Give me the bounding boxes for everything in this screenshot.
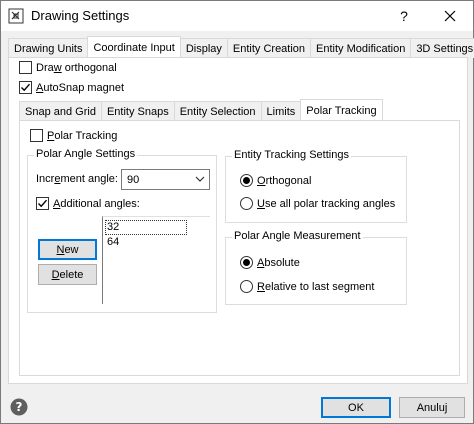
cancel-button-label: Anuluj <box>416 401 448 414</box>
tab-label: Drawing Units <box>14 42 83 55</box>
entity-tracking-settings-group: Entity Tracking Settings <box>225 149 407 223</box>
outer-tab-strip: Drawing Units Coordinate Input Display E… <box>8 36 474 58</box>
new-button-label: New <box>56 243 79 256</box>
svg-text:?: ? <box>16 400 23 414</box>
list-item[interactable]: 64 <box>103 235 210 250</box>
window-title: Drawing Settings <box>31 8 130 23</box>
polar-angle-measurement-legend: Polar Angle Measurement <box>232 230 363 242</box>
absolute-label: Absolute <box>257 256 300 269</box>
tab-display[interactable]: Display <box>179 38 228 58</box>
tab-label: Entity Snaps <box>106 105 169 118</box>
tab-label: Entity Selection <box>179 105 256 118</box>
footer-help-button[interactable]: ? <box>10 398 28 416</box>
tab-entity-snaps[interactable]: Entity Snaps <box>100 101 175 121</box>
autosnap-magnet-checkbox[interactable]: AutoSnap magnet <box>19 81 124 94</box>
additional-angles-list[interactable]: 32 64 <box>102 216 210 304</box>
title-help-button[interactable]: ? <box>381 1 427 31</box>
entity-tracking-settings-legend: Entity Tracking Settings <box>232 149 351 161</box>
tab-label: Coordinate Input <box>93 41 175 54</box>
use-all-polar-angles-label: Use all polar tracking angles <box>257 197 396 210</box>
tab-limits[interactable]: Limits <box>260 101 302 121</box>
radio-button <box>240 256 253 269</box>
drawing-settings-dialog: Drawing Settings ? Drawing Units Coordin… <box>0 0 474 424</box>
polar-tracking-label: Polar Tracking <box>47 129 118 142</box>
absolute-radio[interactable]: Absolute <box>240 256 300 269</box>
tab-entity-creation[interactable]: Entity Creation <box>226 38 312 58</box>
checkbox-box <box>19 61 32 74</box>
relative-to-last-segment-radio[interactable]: Relative to last segment <box>240 280 374 293</box>
tab-label: Snap and Grid <box>25 105 96 118</box>
tab-coordinate-input[interactable]: Coordinate Input <box>87 36 181 58</box>
delete-button-label: Delete <box>51 268 84 281</box>
polar-angle-settings-legend: Polar Angle Settings <box>34 148 138 160</box>
cancel-button[interactable]: Anuluj <box>399 397 465 418</box>
ok-button-label: OK <box>348 401 364 414</box>
help-icon: ? <box>400 8 408 24</box>
close-icon <box>444 10 456 22</box>
orthogonal-radio[interactable]: Orthogonal <box>240 174 311 187</box>
checkbox-box <box>19 81 32 94</box>
close-button[interactable] <box>427 1 473 31</box>
tab-label: Limits <box>266 105 296 118</box>
increment-angle-select[interactable]: 90 <box>121 169 210 190</box>
app-icon <box>8 8 24 24</box>
checkmark-icon <box>21 83 31 92</box>
polar-tracking-checkbox[interactable]: Polar Tracking <box>30 129 117 142</box>
list-item[interactable]: 32 <box>105 220 187 235</box>
use-all-polar-angles-radio[interactable]: Use all polar tracking angles <box>240 197 395 210</box>
draw-orthogonal-checkbox[interactable]: Draw orthogonal <box>19 61 117 74</box>
chevron-down-icon <box>195 176 205 182</box>
new-angle-button[interactable]: New <box>38 239 97 260</box>
radio-selected-dot <box>243 177 250 184</box>
radio-button <box>240 174 253 187</box>
help-circle-icon: ? <box>10 398 28 416</box>
tab-label: Entity Modification <box>316 42 406 55</box>
tab-label: Entity Creation <box>232 42 306 55</box>
additional-angles-label: Additional angles: <box>53 197 140 210</box>
checkmark-icon <box>38 199 48 208</box>
inner-tab-strip: Snap and Grid Entity Snaps Entity Select… <box>19 99 383 121</box>
title-bar: Drawing Settings ? <box>1 1 473 31</box>
tab-snap-and-grid[interactable]: Snap and Grid <box>19 101 102 121</box>
orthogonal-label: Orthogonal <box>257 174 312 187</box>
increment-angle-value: 90 <box>127 173 140 186</box>
relative-to-last-segment-label: Relative to last segment <box>257 280 375 293</box>
checkbox-box <box>30 129 43 142</box>
draw-orthogonal-label: Draw orthogonal <box>36 61 117 74</box>
radio-button <box>240 280 253 293</box>
tab-3d-settings[interactable]: 3D Settings <box>410 38 474 58</box>
increment-angle-label: Increment angle: <box>36 173 118 185</box>
checkbox-box <box>36 197 49 210</box>
tab-drawing-units[interactable]: Drawing Units <box>8 38 89 58</box>
tab-label: Polar Tracking <box>306 104 377 117</box>
tab-polar-tracking[interactable]: Polar Tracking <box>300 99 383 121</box>
ok-button[interactable]: OK <box>321 397 391 418</box>
polar-angle-measurement-group: Polar Angle Measurement <box>225 230 407 305</box>
radio-button <box>240 197 253 210</box>
radio-selected-dot <box>243 259 250 266</box>
tab-label: 3D Settings <box>416 42 474 55</box>
delete-angle-button[interactable]: Delete <box>38 264 97 285</box>
tab-label: Display <box>185 42 222 55</box>
additional-angles-checkbox[interactable]: Additional angles: <box>36 197 140 210</box>
autosnap-magnet-label: AutoSnap magnet <box>36 81 125 94</box>
tab-entity-selection[interactable]: Entity Selection <box>173 101 262 121</box>
tab-entity-modification[interactable]: Entity Modification <box>310 38 412 58</box>
